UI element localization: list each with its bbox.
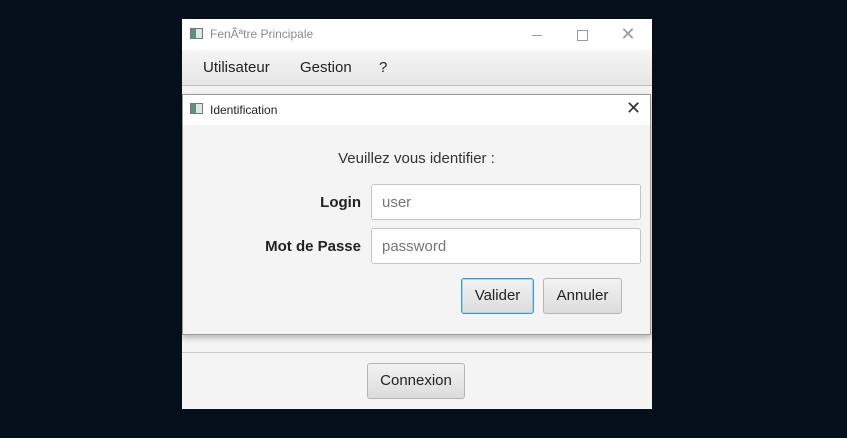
close-button[interactable]: ✕	[605, 19, 651, 50]
maximize-icon	[576, 29, 588, 41]
main-titlebar: FenÃªtre Principale ✕	[182, 19, 652, 50]
identification-dialog: Identification ✕ Veuillez vous identifie…	[182, 94, 651, 335]
menu-bar: Utilisateur Gestion ?	[182, 50, 652, 86]
menu-help[interactable]: ?	[379, 59, 387, 76]
dialog-close-icon[interactable]: ✕	[626, 98, 641, 119]
connexion-button[interactable]: Connexion	[367, 363, 465, 399]
minimize-icon	[532, 34, 542, 36]
main-window-title: FenÃªtre Principale	[210, 27, 314, 41]
password-label: Mot de Passe	[265, 238, 361, 255]
identify-prompt: Veuillez vous identifier :	[338, 150, 495, 167]
annuler-button[interactable]: Annuler	[543, 278, 622, 314]
valider-button[interactable]: Valider	[461, 278, 534, 314]
menu-gestion[interactable]: Gestion	[300, 59, 352, 76]
menu-utilisateur[interactable]: Utilisateur	[203, 59, 270, 76]
login-input[interactable]	[371, 184, 641, 220]
login-label: Login	[320, 194, 361, 211]
dialog-titlebar: Identification ✕	[183, 95, 650, 125]
dialog-app-icon	[190, 103, 203, 114]
maximize-button[interactable]	[559, 19, 605, 50]
minimize-button[interactable]	[514, 19, 560, 50]
divider	[182, 352, 652, 353]
app-icon	[190, 28, 203, 39]
password-input[interactable]	[371, 228, 641, 264]
dialog-title: Identification	[210, 103, 278, 117]
close-icon: ✕	[620, 24, 636, 44]
